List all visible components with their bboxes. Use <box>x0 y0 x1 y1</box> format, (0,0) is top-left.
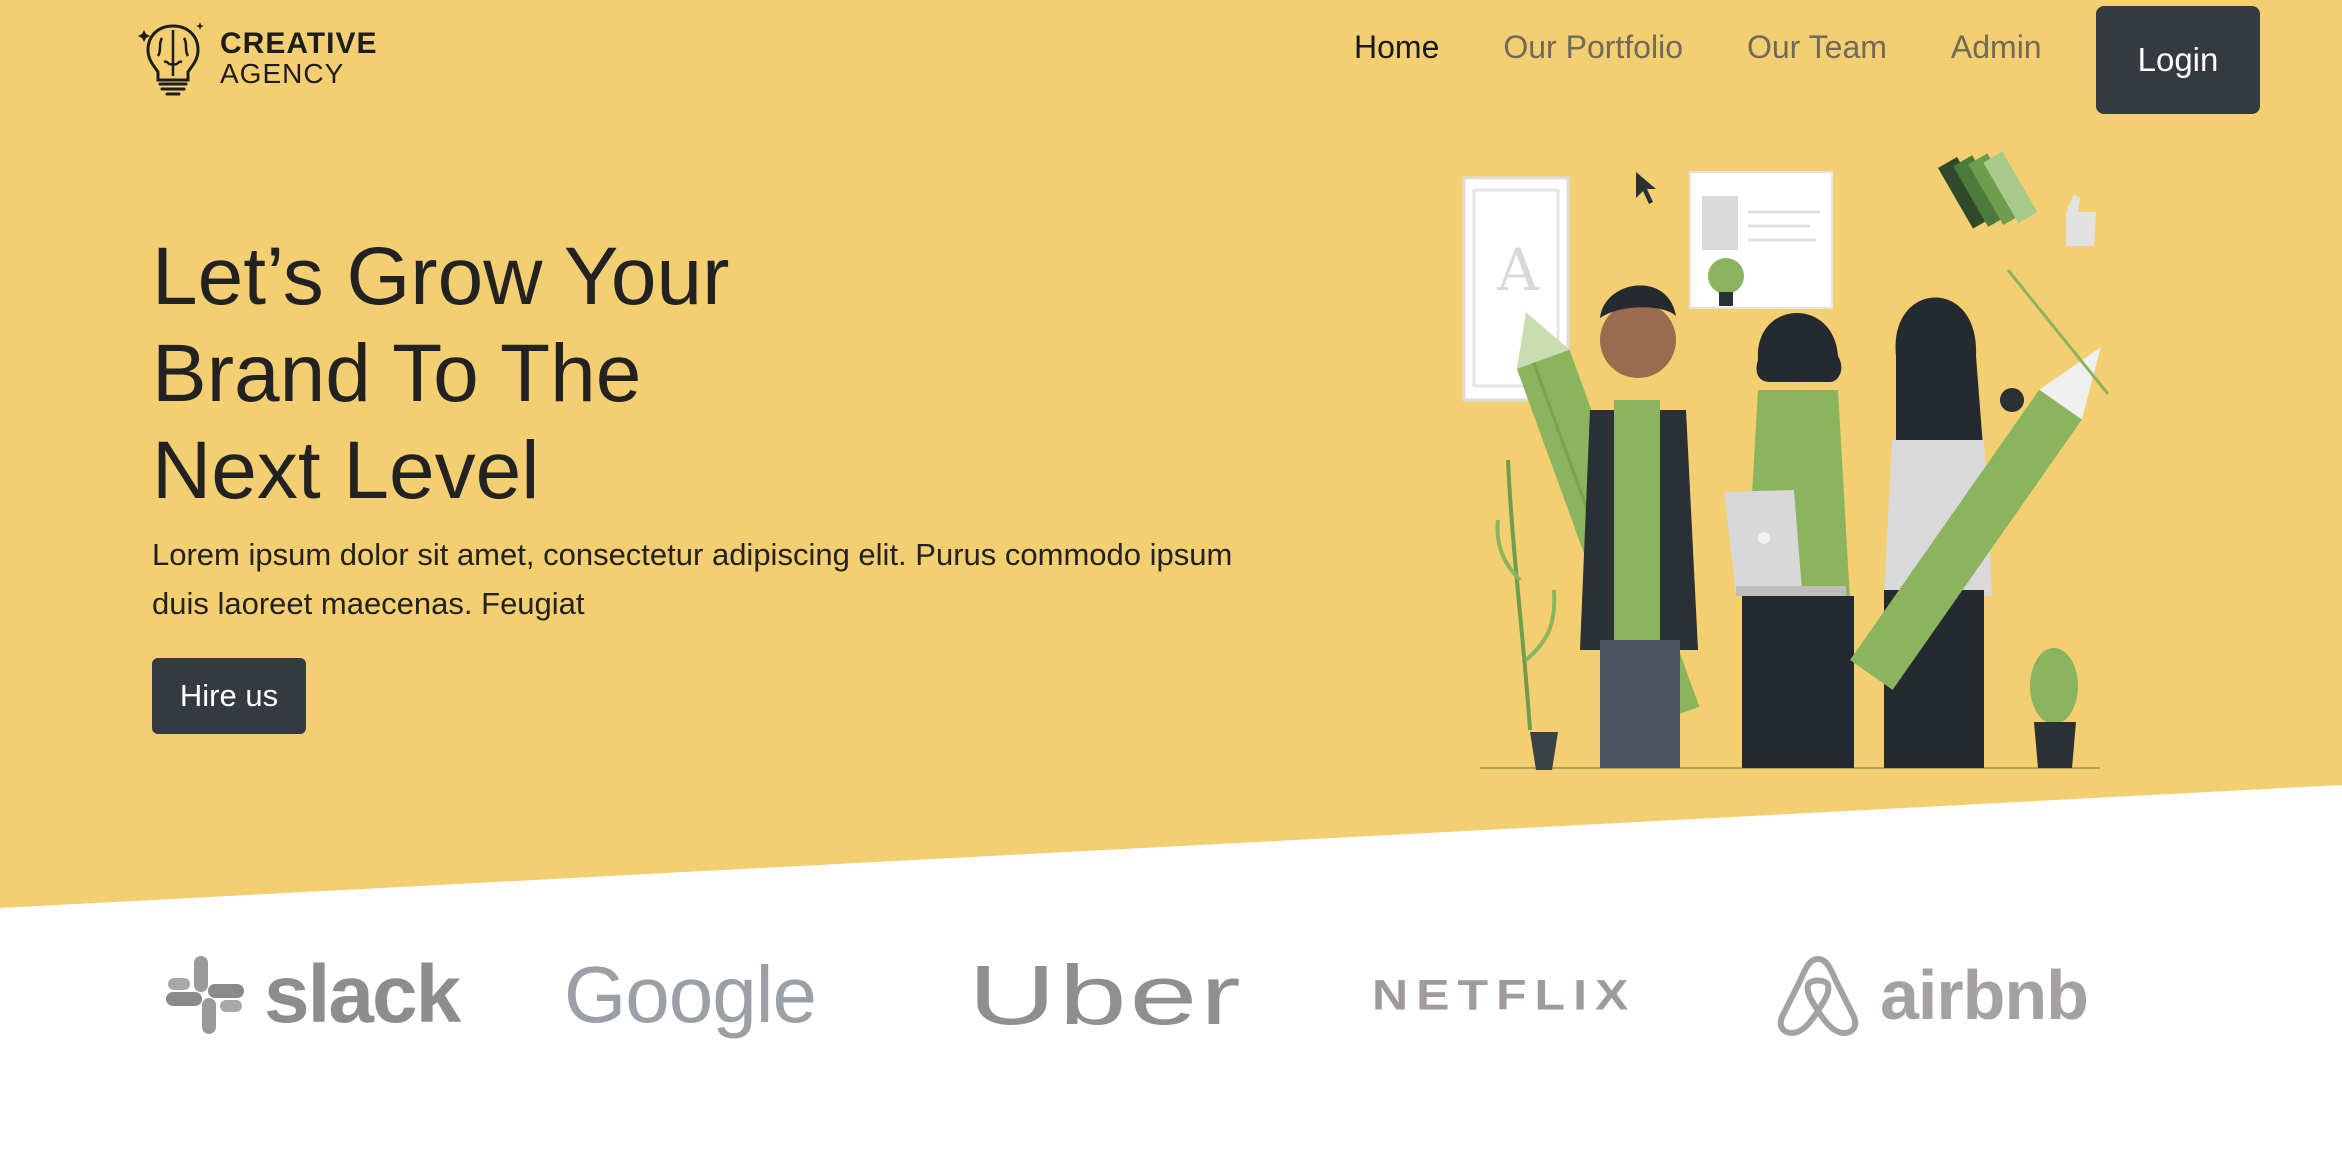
uber-wordmark: Uber <box>968 947 1244 1042</box>
team-illustration: A <box>1462 151 2110 770</box>
login-button[interactable]: Login <box>2096 6 2260 114</box>
airbnb-belo-icon <box>1777 956 1859 1036</box>
airbnb-wordmark: airbnb <box>1880 956 2089 1034</box>
nav-admin-link[interactable]: Admin <box>1951 26 2042 68</box>
nav-team-link[interactable]: Our Team <box>1747 26 1887 68</box>
brand-line1: CREATIVE <box>220 27 378 60</box>
netflix-logo: NETFLIX <box>1372 940 1636 1050</box>
hero-title: Let’s Grow Your Brand To The Next Level <box>152 228 729 519</box>
hire-us-button[interactable]: Hire us <box>152 658 306 734</box>
hero-description: Lorem ipsum dolor sit amet, consectetur … <box>152 537 1233 621</box>
nav-links: Home Our Portfolio Our Team Admin <box>1354 26 2106 68</box>
slack-hash-icon <box>166 956 244 1034</box>
uber-logo: Uber <box>968 940 1241 1050</box>
brain-lightbulb-icon <box>138 22 204 96</box>
hero-title-line: Next Level <box>152 425 540 516</box>
client-logos: slack Google Uber NETFLIX airbnb <box>0 940 2342 1060</box>
brand-line2: AGENCY <box>220 58 345 89</box>
navbar: CREATIVE AGENCY Home Our Portfolio Our T… <box>0 0 2342 120</box>
slack-logo: slack <box>164 940 461 1050</box>
svg-text:A: A <box>1496 236 1540 304</box>
airbnb-logo: airbnb <box>1772 940 2089 1050</box>
nav-portfolio-link[interactable]: Our Portfolio <box>1503 26 1683 68</box>
hero-title-line: Brand To The <box>152 328 642 419</box>
brand-name: CREATIVE AGENCY <box>220 29 377 89</box>
google-wordmark: Google <box>564 950 817 1039</box>
nav-home-link[interactable]: Home <box>1354 26 1439 68</box>
brand-logo[interactable]: CREATIVE AGENCY <box>138 20 377 98</box>
google-logo: Google <box>564 940 817 1050</box>
slack-wordmark: slack <box>264 949 461 1040</box>
netflix-wordmark: NETFLIX <box>1372 971 1637 1019</box>
hero-title-line: Let’s Grow Your <box>152 231 730 322</box>
